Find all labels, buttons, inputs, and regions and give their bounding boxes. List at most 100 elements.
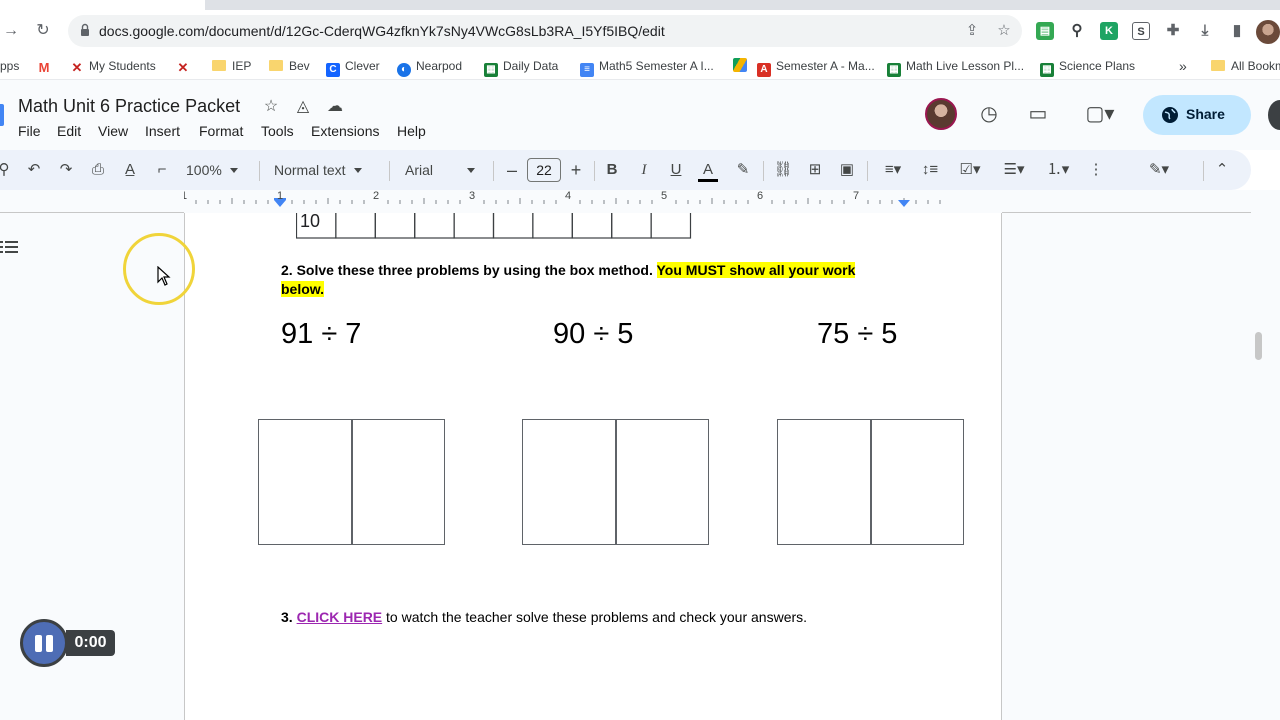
browser-profile-avatar[interactable] bbox=[1256, 20, 1280, 44]
bookmark-semester-a[interactable]: A Semester A - Ma... bbox=[757, 58, 875, 77]
bulleted-list-icon[interactable]: ☰▾ bbox=[995, 158, 1033, 182]
bookmark-my-students[interactable]: ✕ My Students bbox=[70, 58, 156, 75]
bookmark-x[interactable]: ✕ bbox=[176, 58, 195, 75]
style-select[interactable]: Normal text bbox=[274, 158, 362, 182]
grid-cell bbox=[571, 213, 613, 239]
share-page-icon[interactable]: ⇪ bbox=[962, 21, 982, 41]
bookmark-apps[interactable]: pps bbox=[0, 58, 19, 74]
clever-icon: C bbox=[326, 63, 340, 77]
bookmark-drive[interactable] bbox=[733, 58, 752, 74]
grid-cell bbox=[374, 213, 416, 239]
division-problem-1[interactable]: 91 ÷ 7 bbox=[281, 318, 361, 351]
box-method-grid-3[interactable] bbox=[777, 419, 964, 545]
move-folder-icon[interactable]: ◬ bbox=[293, 97, 313, 117]
add-comment-icon[interactable]: ⊞ bbox=[803, 158, 827, 182]
decrease-font-size-button[interactable]: – bbox=[502, 158, 522, 182]
document-title[interactable]: Math Unit 6 Practice Packet bbox=[18, 96, 240, 117]
italic-icon[interactable]: I bbox=[632, 158, 656, 182]
s-extension-icon[interactable]: S bbox=[1132, 22, 1150, 40]
magnifier-extension-icon[interactable]: ⚲ bbox=[1068, 22, 1086, 40]
address-bar[interactable]: docs.google.com/document/d/12Gc-CderqWG4… bbox=[68, 15, 1022, 47]
forward-arrow-icon[interactable]: → bbox=[0, 20, 22, 42]
font-select[interactable]: Arial bbox=[405, 158, 485, 182]
bookmark-science-plans[interactable]: ▦ Science Plans bbox=[1040, 58, 1135, 77]
pause-button[interactable] bbox=[20, 619, 68, 667]
more-options-icon[interactable]: ⋮ bbox=[1084, 158, 1108, 182]
reload-icon[interactable]: ↻ bbox=[32, 20, 54, 42]
ruler-label: 6 bbox=[757, 190, 763, 202]
font-size-input[interactable] bbox=[527, 158, 561, 182]
editing-mode-icon[interactable]: ✎▾ bbox=[1140, 158, 1178, 182]
redo-icon[interactable]: ↷ bbox=[54, 158, 78, 182]
sheets-icon: ▦ bbox=[887, 63, 901, 77]
bookmark-math-live[interactable]: ▦ Math Live Lesson Pl... bbox=[887, 58, 1024, 77]
menu-view[interactable]: View bbox=[98, 123, 128, 139]
bold-icon[interactable]: B bbox=[600, 158, 624, 182]
underline-icon[interactable]: U bbox=[664, 158, 688, 182]
highlight-icon[interactable]: ✎ bbox=[731, 158, 755, 182]
comments-icon[interactable]: ▭ bbox=[1025, 101, 1051, 127]
extension-green-icon[interactable]: ▤ bbox=[1036, 22, 1054, 40]
bookmark-nearpod[interactable]: ◐ Nearpod bbox=[397, 58, 462, 77]
increase-font-size-button[interactable]: + bbox=[566, 158, 586, 182]
bookmark-star-icon[interactable]: ☆ bbox=[994, 21, 1014, 41]
menu-insert[interactable]: Insert bbox=[145, 123, 180, 139]
menu-tools[interactable]: Tools bbox=[261, 123, 294, 139]
side-panel-icon[interactable]: ▮ bbox=[1228, 22, 1246, 40]
menu-extensions[interactable]: Extensions bbox=[311, 123, 379, 139]
collaborator-avatar[interactable] bbox=[925, 98, 957, 130]
menu-help[interactable]: Help bbox=[397, 123, 426, 139]
insert-image-icon[interactable]: ▣ bbox=[835, 158, 859, 182]
download-icon[interactable]: ⤓ bbox=[1196, 22, 1214, 40]
instruction-paragraph[interactable]: 2. Solve these three problems by using t… bbox=[281, 261, 901, 299]
bookmark-clever[interactable]: C Clever bbox=[326, 58, 380, 77]
menu-format[interactable]: Format bbox=[199, 123, 243, 139]
horizontal-ruler[interactable]: 1 1 2 3 4 5 6 7 bbox=[184, 190, 1002, 213]
bookmark-daily-data[interactable]: ▦ Daily Data bbox=[484, 58, 558, 77]
right-indent-marker[interactable] bbox=[898, 200, 910, 207]
bookmark-all[interactable]: All Bookm bbox=[1211, 58, 1280, 74]
division-problem-3[interactable]: 75 ÷ 5 bbox=[817, 318, 897, 351]
division-problem-2[interactable]: 90 ÷ 5 bbox=[553, 318, 633, 351]
bookmark-label: Bev bbox=[289, 59, 310, 73]
more-bookmarks-button[interactable]: » bbox=[1179, 58, 1187, 74]
cloud-status-icon[interactable]: ☁ bbox=[325, 97, 345, 117]
spellcheck-icon[interactable]: A̲ bbox=[118, 158, 142, 182]
share-button[interactable]: Share bbox=[1143, 95, 1251, 135]
active-tab-edge[interactable] bbox=[0, 0, 205, 10]
globe-icon bbox=[1162, 107, 1178, 123]
k-extension-icon[interactable]: K bbox=[1100, 22, 1118, 40]
document-outline-icon[interactable] bbox=[0, 238, 18, 256]
insert-link-icon[interactable]: ⛓ bbox=[771, 158, 795, 182]
nearpod-icon: ◐ bbox=[397, 63, 411, 77]
docs-logo-icon[interactable] bbox=[0, 104, 4, 126]
bookmark-math5[interactable]: ≡ Math5 Semester A I... bbox=[580, 58, 714, 77]
paint-format-icon[interactable]: ⌐ bbox=[150, 158, 174, 182]
search-menus-icon[interactable]: ⚲ bbox=[0, 158, 12, 182]
hide-menus-chevron-icon[interactable]: ⌃ bbox=[1210, 158, 1234, 182]
bookmark-bev[interactable]: Bev bbox=[269, 58, 310, 74]
line-spacing-icon[interactable]: ↕≡ bbox=[918, 158, 942, 182]
box-method-grid-2[interactable] bbox=[522, 419, 709, 545]
puzzle-extensions-icon[interactable]: ✚ bbox=[1164, 22, 1182, 40]
star-icon[interactable]: ☆ bbox=[261, 97, 281, 117]
numbered-list-icon[interactable]: ⒈▾ bbox=[1039, 158, 1077, 182]
text-color-icon[interactable]: A bbox=[696, 158, 720, 182]
scrollbar-thumb[interactable] bbox=[1255, 332, 1262, 360]
instruction-text: 2. Solve these three problems by using t… bbox=[281, 262, 653, 278]
align-icon[interactable]: ≡▾ bbox=[876, 158, 910, 182]
click-here-link[interactable]: CLICK HERE bbox=[297, 609, 383, 625]
box-method-grid-1[interactable] bbox=[258, 419, 445, 545]
bookmark-iep[interactable]: IEP bbox=[212, 58, 251, 74]
zoom-select[interactable]: 100% bbox=[186, 158, 238, 182]
bookmark-gmail[interactable]: M bbox=[37, 58, 56, 75]
menu-edit[interactable]: Edit bbox=[57, 123, 81, 139]
chevron-down-icon bbox=[229, 168, 238, 173]
menu-file[interactable]: File bbox=[18, 123, 41, 139]
version-history-icon[interactable]: ◷ bbox=[976, 101, 1002, 127]
checklist-icon[interactable]: ☑▾ bbox=[951, 158, 989, 182]
print-icon[interactable]: ⎙ bbox=[86, 158, 110, 182]
undo-icon[interactable]: ↶ bbox=[22, 158, 46, 182]
meet-icon[interactable]: ▢▾ bbox=[1080, 101, 1120, 127]
account-avatar[interactable] bbox=[1268, 100, 1280, 130]
